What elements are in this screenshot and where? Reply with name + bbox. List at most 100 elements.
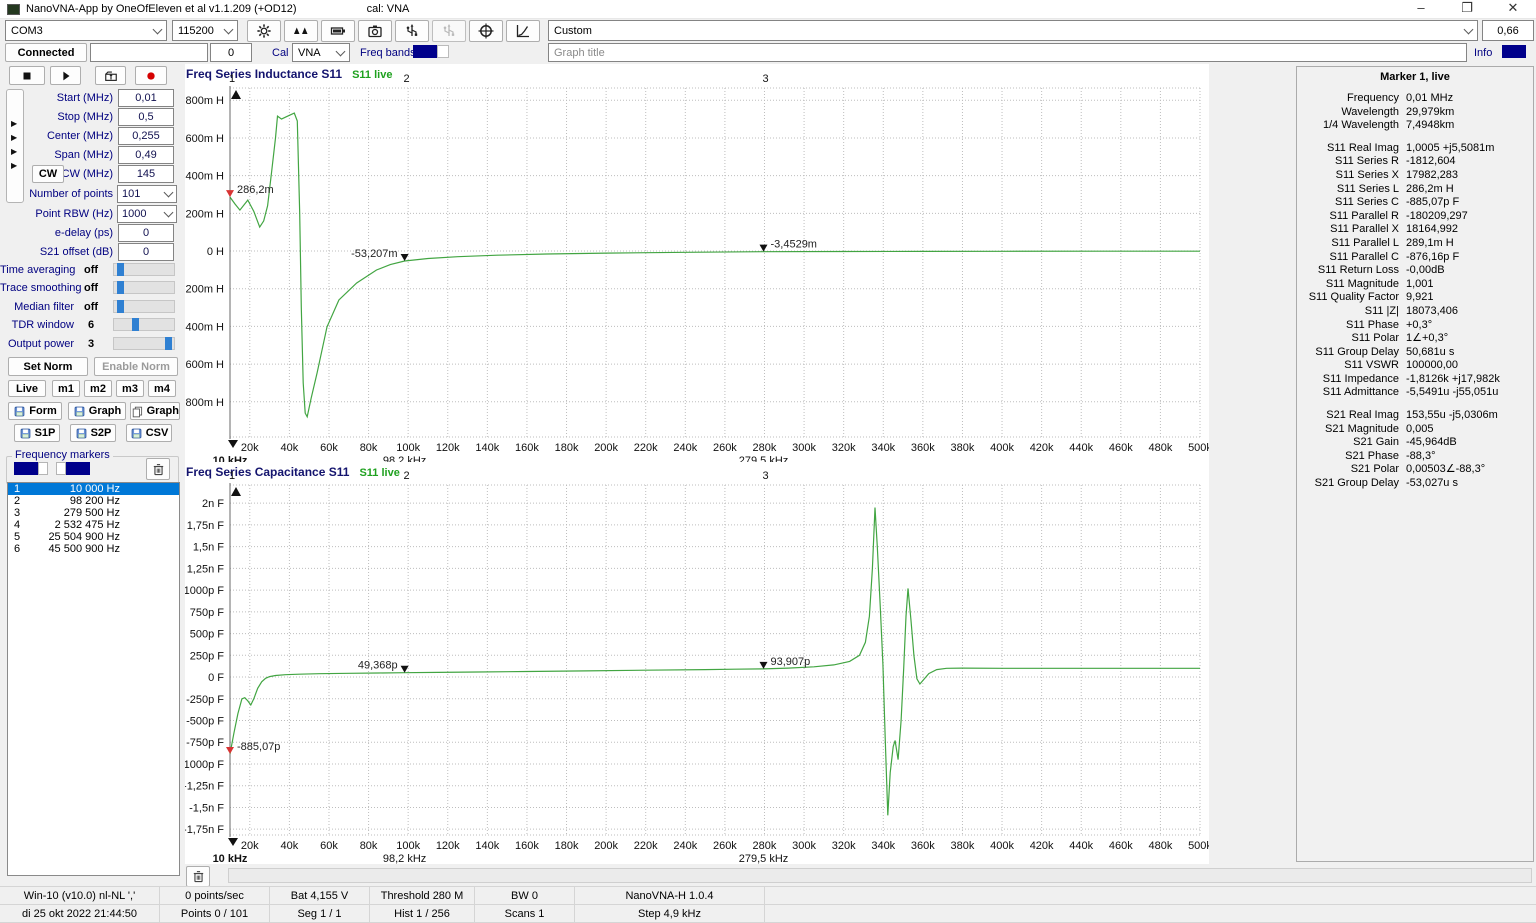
tdr-chart-button[interactable] [506,20,540,42]
marker-step-strip[interactable]: ▶▶▶▶ [6,89,24,203]
maximize-button[interactable]: ❐ [1444,0,1490,18]
play-button[interactable] [50,66,81,85]
freq-series-inductance-s11-plot[interactable]: 800m H600m H400m H200m H0 H-200m H-400m … [185,64,1209,462]
save-s1p-button[interactable]: S1P [14,424,60,442]
marker-color-swatch-3[interactable] [66,462,90,475]
marker-color-swatch-1[interactable] [38,462,48,475]
stop-mhz-field[interactable]: 0,5 [118,108,174,126]
marker-data-row: S11 Parallel R-180209,297 [1297,210,1533,224]
save-graph-button-2[interactable]: Graph [130,402,180,420]
close-button[interactable]: ✕ [1490,0,1536,18]
svg-text:1,75n F: 1,75n F [187,520,225,532]
marker-list-item[interactable]: 645 500 900 Hz [8,543,179,555]
minimize-button[interactable]: – [1398,0,1444,18]
save-graph-button-1[interactable]: Graph [68,402,126,420]
trace-live-button[interactable]: Live [8,380,46,397]
screenshot-button[interactable] [358,20,392,42]
trace-m2-button[interactable]: m2 [84,380,112,397]
preset-select[interactable]: Custom [548,20,1478,41]
s11-phase-label: S11 Phase [1297,319,1399,333]
target-button[interactable] [469,20,503,42]
marker-data-row: S11 Series X17982,283 [1297,169,1533,183]
open-button[interactable] [95,66,126,85]
svg-text:320k: 320k [832,442,856,454]
e-delay-ps-field[interactable]: 0 [118,224,174,242]
marker-color-swatch-2[interactable] [56,462,66,475]
s11-series-x-label: S11 Series X [1297,169,1399,183]
battery-button[interactable] [321,20,355,42]
svg-text:-1,75n F: -1,75n F [185,824,224,836]
graph-title-input[interactable]: Graph title [548,43,1467,62]
cal-mode-select[interactable]: VNA [292,43,350,62]
status-cell: 0 points/sec [160,887,270,904]
counter-field[interactable]: 0 [210,43,252,62]
svg-text:220k: 220k [634,840,658,852]
svg-text:280k: 280k [753,840,777,852]
cw-mhz-field[interactable]: 145 [118,165,174,183]
marker-list-item[interactable]: 298 200 Hz [8,495,179,507]
tdr-window-slider[interactable] [113,318,175,331]
slider-thumb[interactable] [165,337,172,350]
slider-thumb[interactable] [132,318,139,331]
s21-real-imag-label: S21 Real Imag [1297,409,1399,423]
s21-offset-db-field[interactable]: 0 [118,243,174,261]
trace-smoothing-slider[interactable] [113,281,175,294]
svg-text:160k: 160k [515,442,539,454]
baud-rate-select[interactable]: 115200 [172,20,238,41]
title-bar: NanoVNA-App by OneOfEleven et al v1.1.20… [0,0,1536,19]
slider-thumb[interactable] [117,263,124,276]
enable-norm-button: Enable Norm [94,357,178,376]
median-filter-slider[interactable] [113,300,175,313]
marker-color-swatch-0[interactable] [14,462,38,475]
marker-data-row: S21 Polar0,00503∠-88,3° [1297,463,1533,477]
number-of-points-select[interactable]: 101 [117,185,177,203]
connected-label: Connected [18,47,75,59]
com-port-select[interactable]: COM3 [5,20,167,41]
freq-bands-color-swatch-2[interactable] [437,45,449,58]
s21-gain-value: -45,964dB [1406,436,1457,450]
chevron-down-icon [164,208,174,218]
s11-polar-value: 1∠+0,3° [1406,332,1448,346]
marker-list-item[interactable]: 42 532 475 Hz [8,519,179,531]
freq-bands-color-swatch[interactable] [413,45,437,58]
trace-m3-button[interactable]: m3 [116,380,144,397]
scale-value-field[interactable]: 0,66 [1482,20,1534,41]
connected-button[interactable]: Connected [5,43,87,62]
record-button[interactable] [135,66,167,85]
marker-list-item[interactable]: 110 000 Hz [8,483,179,495]
save-form-button-0[interactable]: Form [8,402,62,420]
e-delay-ps-label: e-delay (ps) [0,227,113,239]
marker-list-item[interactable]: 3279 500 Hz [8,507,179,519]
svg-text:1,5n F: 1,5n F [193,542,224,554]
stop-button[interactable] [9,66,45,85]
svg-text:0 H: 0 H [207,246,224,258]
marker-list-item[interactable]: 525 504 900 Hz [8,531,179,543]
trace-m4-button[interactable]: m4 [148,380,176,397]
frequency-marker-list[interactable]: 110 000 Hz298 200 Hz3279 500 Hz42 532 47… [7,482,180,876]
save-s2p-button[interactable]: S2P [70,424,116,442]
center-mhz-field[interactable]: 0,255 [118,127,174,145]
clear-messages-button[interactable] [186,866,210,887]
s11-series-l-label: S11 Series L [1297,183,1399,197]
freq-series-capacitance-s11-plot[interactable]: 2n F1,75n F1,5n F1,25n F1000p F750p F500… [185,462,1209,864]
slider-thumb[interactable] [117,300,124,313]
save-csv-button[interactable]: CSV [126,424,172,442]
usb-button[interactable] [395,20,429,42]
cw-button[interactable]: CW [32,165,64,183]
set-norm-button[interactable]: Set Norm [8,357,88,376]
delete-markers-button[interactable] [146,458,170,480]
span-mhz-field[interactable]: 0,49 [118,146,174,164]
settings-button[interactable] [247,20,281,42]
start-mhz-field[interactable]: 0,01 [118,89,174,107]
scan-arrows-button[interactable] [284,20,318,42]
info-color-swatch[interactable] [1502,45,1526,58]
svg-text:750p F: 750p F [190,607,225,619]
trace-m1-button[interactable]: m1 [52,380,80,397]
output-power-slider[interactable] [113,337,175,350]
center-mhz-label: Center (MHz) [0,130,113,142]
serial-info-field[interactable] [90,43,208,62]
slider-thumb[interactable] [117,281,124,294]
time-averaging-slider[interactable] [113,263,175,276]
s21-phase-value: -88,3° [1406,450,1435,464]
point-rbw-hz-select[interactable]: 1000 [117,205,177,223]
